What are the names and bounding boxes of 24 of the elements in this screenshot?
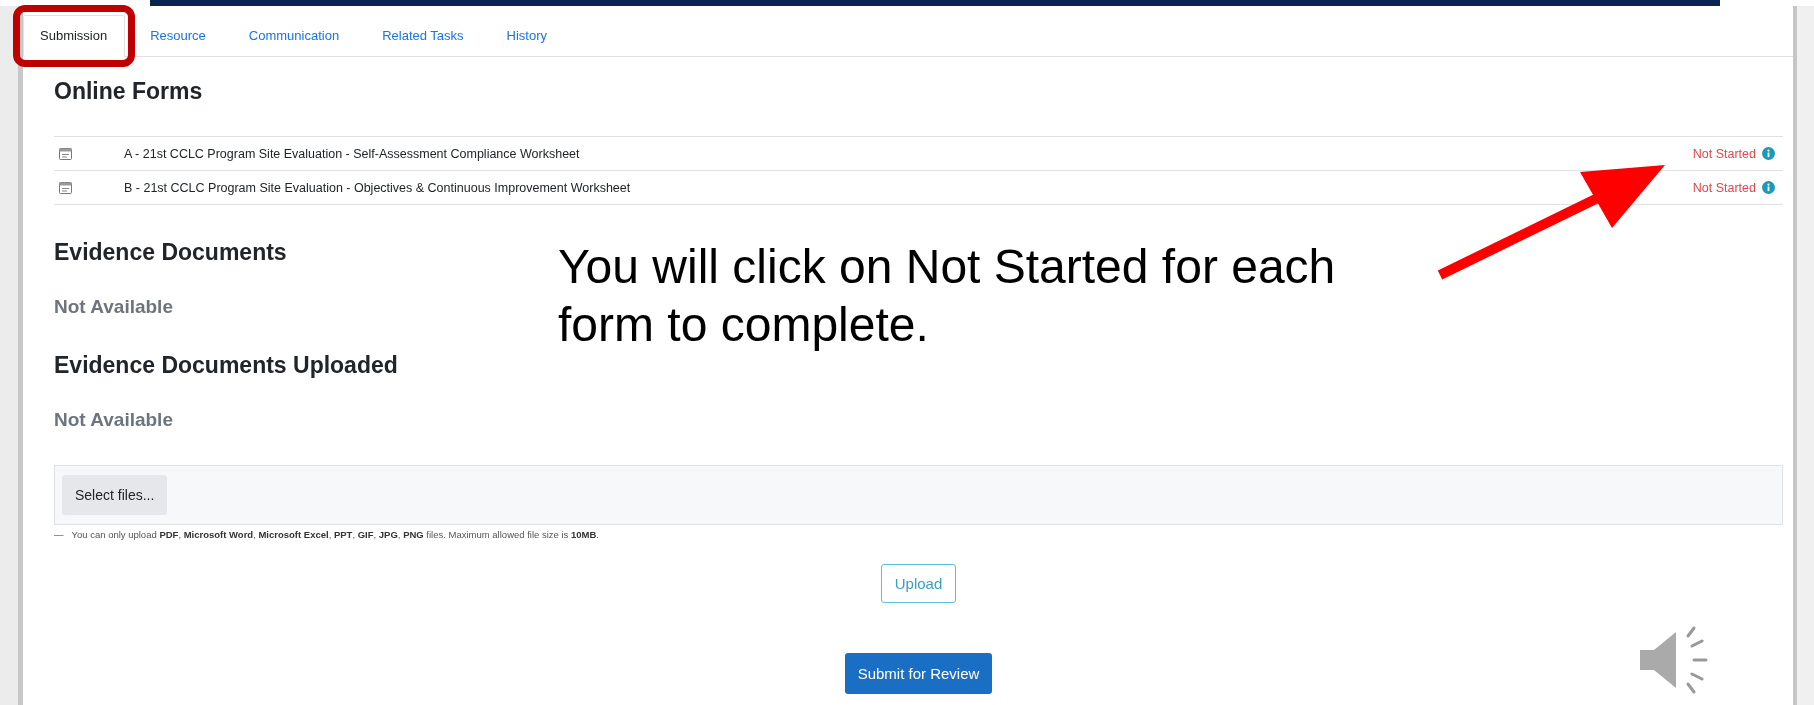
upload-dropzone[interactable]: Select files...	[54, 465, 1783, 525]
submit-button[interactable]: Submit for Review	[844, 653, 993, 694]
empty-message: Not Available	[54, 296, 173, 318]
empty-message: Not Available	[54, 409, 173, 431]
callout-text: You will click on Not Started for each form to complete.	[558, 239, 1337, 353]
info-icon[interactable]	[1762, 147, 1775, 160]
section-heading: Online Forms	[54, 78, 203, 105]
select-files-button[interactable]: Select files...	[62, 475, 168, 515]
form-icon	[59, 147, 72, 160]
note-dash: —	[54, 529, 64, 540]
info-icon[interactable]	[1762, 181, 1775, 194]
tab[interactable]: Resource	[133, 15, 224, 56]
section-heading: Evidence Documents	[54, 239, 287, 266]
tab[interactable]: Related Tasks	[365, 15, 482, 56]
tab[interactable]: Communication	[231, 15, 358, 56]
form-name: A - 21st CCLC Program Site Evaluation - Self-Assessment Compliance Worksheet	[124, 146, 581, 161]
upload-button[interactable]: Upload	[880, 564, 957, 603]
section-heading: Evidence Documents Uploaded	[54, 352, 398, 379]
tab[interactable]: History	[489, 15, 566, 56]
form-name: B - 21st CCLC Program Site Evaluation - Objectives & Continuous Improvement Worksheet	[124, 180, 632, 195]
form-icon	[59, 181, 72, 194]
status-link[interactable]: Not Started	[1692, 146, 1756, 161]
upload-note: You can only upload PDF, Microsoft Word, Microsoft Excel, PPT, GIF, JPG, PNG files. Maximum allowed file size is 10MB.	[71, 529, 599, 540]
status-link[interactable]: Not Started	[1692, 180, 1756, 195]
